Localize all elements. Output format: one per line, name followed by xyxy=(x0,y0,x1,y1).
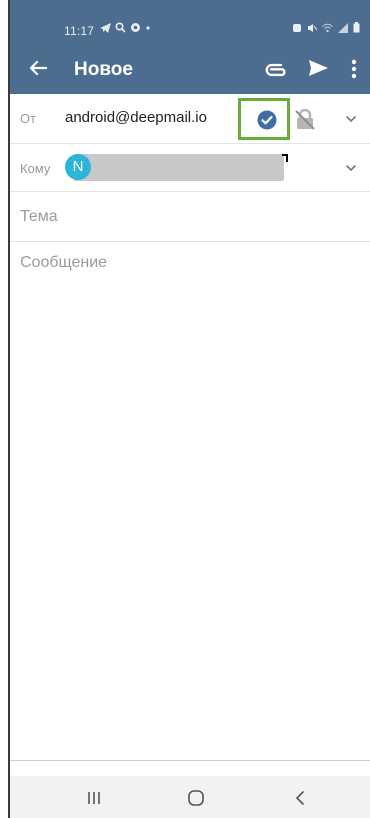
lock-icon[interactable] xyxy=(294,107,316,131)
status-left-icons xyxy=(100,22,151,33)
to-chevron-down-icon[interactable] xyxy=(344,161,358,175)
bottom-divider xyxy=(10,760,370,761)
home-icon[interactable] xyxy=(184,788,208,808)
signal-icon xyxy=(338,22,348,33)
send-icon[interactable] xyxy=(306,56,330,80)
attach-icon[interactable] xyxy=(264,58,288,82)
back-icon[interactable] xyxy=(288,788,312,808)
system-nav-bar xyxy=(10,776,370,818)
status-time: 11:17 xyxy=(64,24,95,38)
search-icon xyxy=(115,22,126,33)
app-frame: 11:17 Новое От android@deepmail.io Кому … xyxy=(8,0,370,818)
app-toolbar: Новое xyxy=(10,46,370,94)
alarm-icon xyxy=(293,23,301,32)
from-address[interactable]: android@deepmail.io xyxy=(65,109,207,126)
from-chevron-down-icon[interactable] xyxy=(344,112,358,126)
subject-row xyxy=(10,192,370,242)
message-body-input[interactable] xyxy=(20,254,360,734)
from-row[interactable]: От android@deepmail.io xyxy=(10,94,370,144)
to-label: Кому xyxy=(20,161,51,176)
status-right-icons xyxy=(292,22,360,33)
mute-icon xyxy=(308,23,317,32)
page-title: Новое xyxy=(74,59,133,80)
recents-icon[interactable] xyxy=(82,788,106,808)
battery-icon xyxy=(353,22,360,33)
from-label: От xyxy=(20,111,37,126)
dot-icon xyxy=(146,25,150,30)
text-cursor xyxy=(282,154,288,162)
more-vert-icon[interactable] xyxy=(346,56,362,82)
subject-input[interactable] xyxy=(20,208,320,226)
status-bar: 11:17 xyxy=(10,0,370,46)
verified-check-icon[interactable] xyxy=(257,110,277,130)
wifi-icon xyxy=(322,23,333,32)
to-row[interactable]: Кому N xyxy=(10,144,370,192)
recipient-chip-redacted[interactable] xyxy=(74,154,284,181)
recipient-avatar: N xyxy=(65,154,91,180)
telegram-icon xyxy=(100,22,111,33)
settings-badge-icon xyxy=(131,23,140,32)
back-arrow-icon[interactable] xyxy=(26,56,50,80)
